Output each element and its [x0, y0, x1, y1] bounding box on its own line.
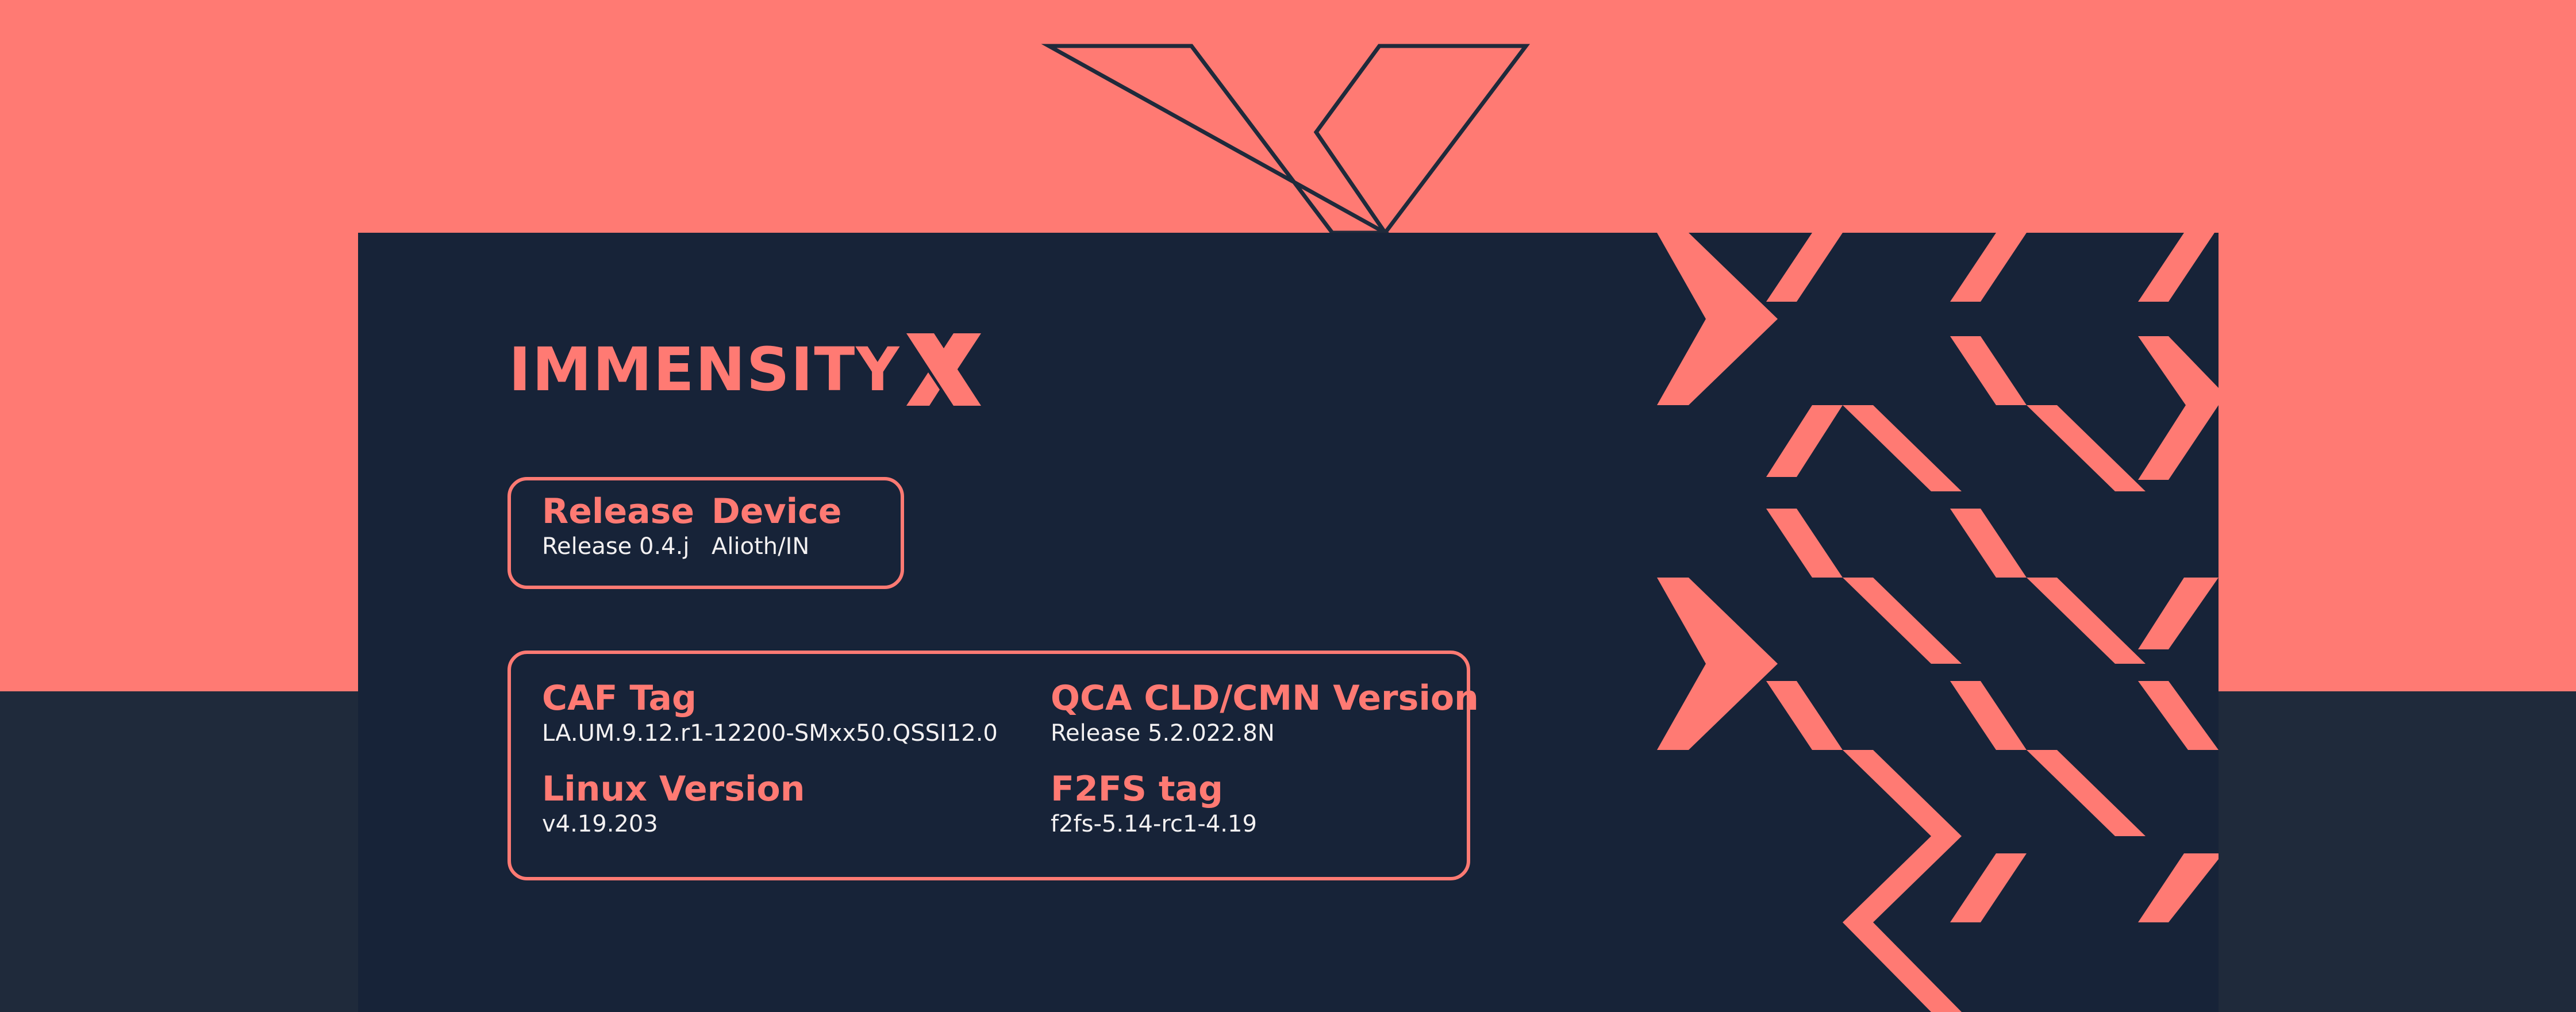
caf-tag-value: LA.UM.9.12.r1-12200-SMxx50.QSSI12.0 [542, 720, 998, 747]
f2fs-tag-field: F2FS tag f2fs-5.14-rc1-4.19 [1051, 769, 1257, 839]
x-mark-outline-icon [1041, 44, 1531, 236]
qca-version-field: QCA CLD/CMN Version Release 5.2.022.8N [1051, 678, 1479, 748]
brand-wordmark: IMMENSITY [509, 334, 901, 405]
device-value: Alioth/IN [712, 533, 810, 560]
linux-version-field: Linux Version v4.19.203 [542, 769, 805, 839]
linux-version-label: Linux Version [542, 769, 805, 809]
caf-tag-label: CAF Tag [542, 678, 697, 718]
device-field: Device Alioth/IN [712, 491, 841, 561]
release-field: Release Release 0.4.j [542, 491, 694, 561]
info-card: IMMENSITY Release Release 0.4.j Device A… [358, 233, 2219, 1012]
brand-logo: IMMENSITY [509, 329, 981, 410]
qca-version-value: Release 5.2.022.8N [1051, 720, 1275, 747]
linux-version-value: v4.19.203 [542, 811, 658, 837]
release-value: Release 0.4.j [542, 533, 690, 560]
qca-version-label: QCA CLD/CMN Version [1051, 678, 1479, 718]
x-logo-icon [906, 333, 981, 406]
f2fs-tag-value: f2fs-5.14-rc1-4.19 [1051, 811, 1257, 837]
caf-tag-field: CAF Tag LA.UM.9.12.r1-12200-SMxx50.QSSI1… [542, 678, 998, 748]
device-label: Device [712, 491, 842, 532]
f2fs-tag-label: F2FS tag [1051, 769, 1223, 809]
release-label: Release [542, 491, 695, 532]
